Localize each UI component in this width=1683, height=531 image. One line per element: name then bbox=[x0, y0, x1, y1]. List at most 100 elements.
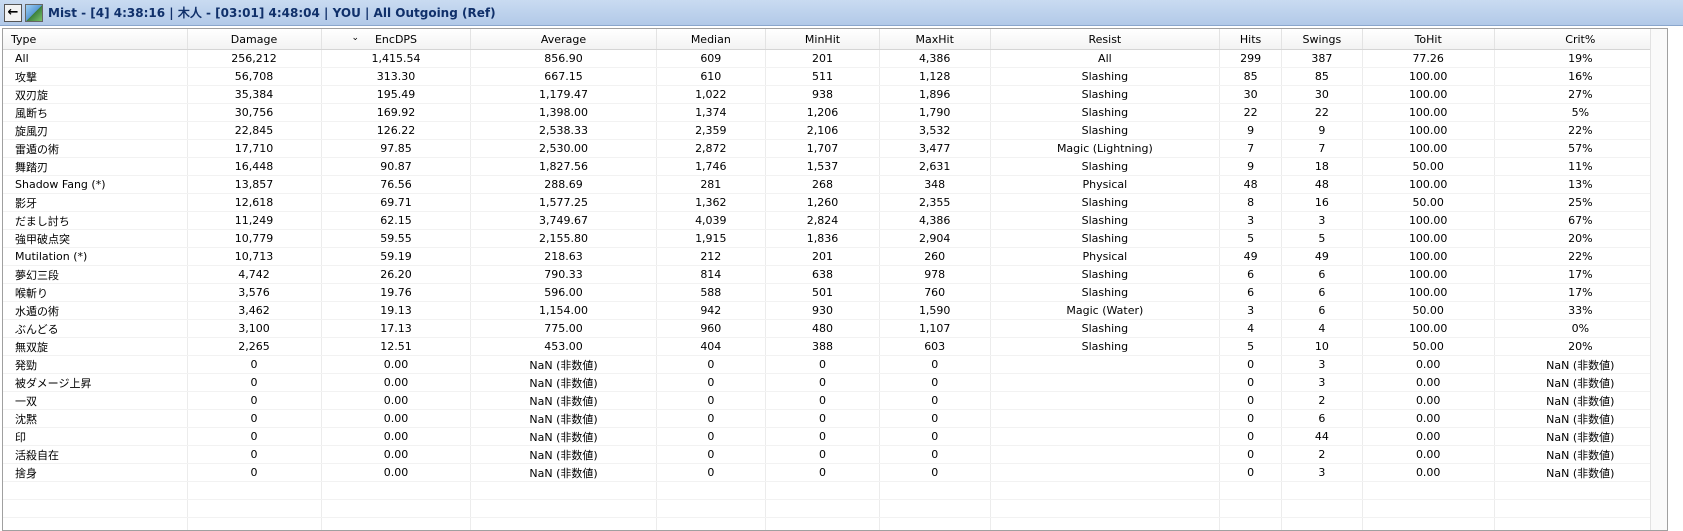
table-row[interactable]: 発勁 0 0.00 NaN (非数値) 0 0 0 0 3 0.00 NaN (非数値) bbox=[3, 355, 1667, 374]
cell-hits: 22 bbox=[1219, 103, 1282, 122]
cell-crit-: 57% bbox=[1494, 139, 1667, 158]
empty-cell bbox=[470, 517, 657, 530]
column-header-maxhit[interactable]: MaxHit bbox=[879, 29, 991, 50]
table-row[interactable]: 双刃旋 35,384 195.49 1,179.47 1,022 938 1,896 Slas… bbox=[3, 85, 1667, 104]
table-row[interactable]: 捨身 0 0.00 NaN (非数値) 0 0 0 0 3 0.00 NaN (非数値) bbox=[3, 463, 1667, 482]
cell-swings: 16 bbox=[1281, 193, 1363, 212]
cell-minhit: 638 bbox=[765, 265, 880, 284]
table-row[interactable]: Shadow Fang (*) 13,857 76.56 288.69 281 268 34… bbox=[3, 175, 1667, 194]
cell-maxhit: 1,590 bbox=[879, 301, 991, 320]
column-header-encdps[interactable]: EncDPS ⌄ bbox=[321, 29, 472, 50]
cell-damage: 12,618 bbox=[187, 193, 322, 212]
damage-table-grid[interactable]: Type Damage EncDPS ⌄ Average Median MinHit MaxH… bbox=[2, 28, 1668, 531]
table-row[interactable]: 無双旋 2,265 12.51 453.00 404 388 603 Slashing 5 10 5… bbox=[3, 337, 1667, 356]
cell-hits: 0 bbox=[1219, 463, 1282, 482]
cell-encdps: 97.85 bbox=[321, 139, 472, 158]
cell-minhit: 1,707 bbox=[765, 139, 880, 158]
table-row[interactable]: 影牙 12,618 69.71 1,577.25 1,362 1,260 2,355 Slas… bbox=[3, 193, 1667, 212]
table-row[interactable]: 沈黙 0 0.00 NaN (非数値) 0 0 0 0 6 0.00 NaN (非数値) bbox=[3, 409, 1667, 428]
column-header-damage[interactable]: Damage bbox=[187, 29, 322, 50]
cell-hits: 0 bbox=[1219, 445, 1282, 464]
cell-tohit: 100.00 bbox=[1362, 85, 1495, 104]
cell-resist: Physical bbox=[990, 247, 1221, 266]
cell-swings: 44 bbox=[1281, 427, 1363, 446]
cell-maxhit: 0 bbox=[879, 427, 991, 446]
cell-encdps: 17.13 bbox=[321, 319, 472, 338]
cell-damage: 4,742 bbox=[187, 265, 322, 284]
cell-swings: 7 bbox=[1281, 139, 1363, 158]
cell-encdps: 90.87 bbox=[321, 157, 472, 176]
table-row[interactable]: 印 0 0.00 NaN (非数値) 0 0 0 0 44 0.00 NaN (非数値) bbox=[3, 427, 1667, 446]
cell-encdps: 19.76 bbox=[321, 283, 472, 302]
table-row[interactable]: Mutilation (*) 10,713 59.19 218.63 212 201 260… bbox=[3, 247, 1667, 266]
cell-encdps: 59.55 bbox=[321, 229, 472, 248]
cell-tohit: 100.00 bbox=[1362, 283, 1495, 302]
table-row[interactable]: 夢幻三段 4,742 26.20 790.33 814 638 978 Slashing 6 6 1… bbox=[3, 265, 1667, 284]
table-row[interactable]: 風断ち 30,756 169.92 1,398.00 1,374 1,206 1,790 Sl… bbox=[3, 103, 1667, 122]
cell-tohit: 100.00 bbox=[1362, 139, 1495, 158]
back-arrow-icon[interactable]: ← bbox=[4, 4, 22, 22]
cell-damage: 22,845 bbox=[187, 121, 322, 140]
column-header-minhit[interactable]: MinHit bbox=[765, 29, 880, 50]
cell-swings: 6 bbox=[1281, 265, 1363, 284]
column-header-crit-[interactable]: Crit% bbox=[1494, 29, 1667, 50]
cell-crit-: 19% bbox=[1494, 49, 1667, 68]
cell-encdps: 0.00 bbox=[321, 391, 472, 410]
column-header-resist[interactable]: Resist bbox=[990, 29, 1221, 50]
cell-hits: 48 bbox=[1219, 175, 1282, 194]
column-header-label: Average bbox=[540, 32, 587, 46]
empty-cell bbox=[879, 481, 991, 500]
empty-cell bbox=[1281, 517, 1363, 530]
cell-damage: 10,713 bbox=[187, 247, 322, 266]
cell-average: NaN (非数値) bbox=[470, 463, 657, 482]
table-row[interactable]: 舞踏刃 16,448 90.87 1,827.56 1,746 1,537 2,631 Sla… bbox=[3, 157, 1667, 176]
cell-median: 0 bbox=[656, 463, 767, 482]
cell-minhit: 201 bbox=[765, 247, 880, 266]
cell-type: 喉斬り bbox=[3, 283, 188, 302]
table-row[interactable]: 被ダメージ上昇 0 0.00 NaN (非数値) 0 0 0 0 3 0.00 NaN (非数値) bbox=[3, 373, 1667, 392]
cell-damage: 2,265 bbox=[187, 337, 322, 356]
cell-median: 1,915 bbox=[656, 229, 767, 248]
table-row[interactable]: 活殺自在 0 0.00 NaN (非数値) 0 0 0 0 2 0.00 NaN (非数値) bbox=[3, 445, 1667, 464]
empty-cell bbox=[470, 499, 657, 518]
vertical-scrollbar[interactable] bbox=[1650, 29, 1667, 530]
cell-damage: 256,212 bbox=[187, 49, 322, 68]
table-row[interactable]: 喉斬り 3,576 19.76 596.00 588 501 760 Slashing 6 6 10… bbox=[3, 283, 1667, 302]
column-header-type[interactable]: Type bbox=[3, 29, 188, 50]
cell-minhit: 501 bbox=[765, 283, 880, 302]
cell-maxhit: 3,477 bbox=[879, 139, 991, 158]
cell-crit-: 0% bbox=[1494, 319, 1667, 338]
cell-maxhit: 348 bbox=[879, 175, 991, 194]
column-header-tohit[interactable]: ToHit bbox=[1362, 29, 1495, 50]
cell-minhit: 0 bbox=[765, 445, 880, 464]
cell-tohit: 100.00 bbox=[1362, 229, 1495, 248]
table-row[interactable]: ぶんどる 3,100 17.13 775.00 960 480 1,107 Slashing 4… bbox=[3, 319, 1667, 338]
cell-tohit: 100.00 bbox=[1362, 67, 1495, 86]
cell-tohit: 100.00 bbox=[1362, 103, 1495, 122]
table-row[interactable]: 雷遁の術 17,710 97.85 2,530.00 2,872 1,707 3,477 Ma… bbox=[3, 139, 1667, 158]
cell-maxhit: 2,355 bbox=[879, 193, 991, 212]
cell-average: 218.63 bbox=[470, 247, 657, 266]
table-row[interactable]: All 256,212 1,415.54 856.90 609 201 4,386 All 29… bbox=[3, 49, 1667, 68]
cell-maxhit: 0 bbox=[879, 373, 991, 392]
table-row[interactable]: 水遁の術 3,462 19.13 1,154.00 942 930 1,590 Magic (… bbox=[3, 301, 1667, 320]
table-row[interactable]: 旋風刃 22,845 126.22 2,538.33 2,359 2,106 3,532 Sl… bbox=[3, 121, 1667, 140]
column-header-average[interactable]: Average bbox=[470, 29, 657, 50]
table-row[interactable]: 一双 0 0.00 NaN (非数値) 0 0 0 0 2 0.00 NaN (非数値) bbox=[3, 391, 1667, 410]
table-row[interactable]: だまし討ち 11,249 62.15 3,749.67 4,039 2,824 4,386 S… bbox=[3, 211, 1667, 230]
cell-average: NaN (非数値) bbox=[470, 427, 657, 446]
column-header-hits[interactable]: Hits bbox=[1219, 29, 1282, 50]
cell-swings: 4 bbox=[1281, 319, 1363, 338]
cell-type: 攻撃 bbox=[3, 67, 188, 86]
cell-swings: 5 bbox=[1281, 229, 1363, 248]
column-header-swings[interactable]: Swings bbox=[1281, 29, 1363, 50]
table-row[interactable]: 強甲破点突 10,779 59.55 2,155.80 1,915 1,836 2,904 S… bbox=[3, 229, 1667, 248]
empty-cell bbox=[656, 481, 767, 500]
cell-minhit: 0 bbox=[765, 391, 880, 410]
cell-type: 影牙 bbox=[3, 193, 188, 212]
column-header-median[interactable]: Median bbox=[656, 29, 767, 50]
cell-crit-: 16% bbox=[1494, 67, 1667, 86]
table-row[interactable]: 攻撃 56,708 313.30 667.15 610 511 1,128 Slashing 8… bbox=[3, 67, 1667, 86]
cell-minhit: 480 bbox=[765, 319, 880, 338]
empty-cell bbox=[321, 517, 472, 530]
